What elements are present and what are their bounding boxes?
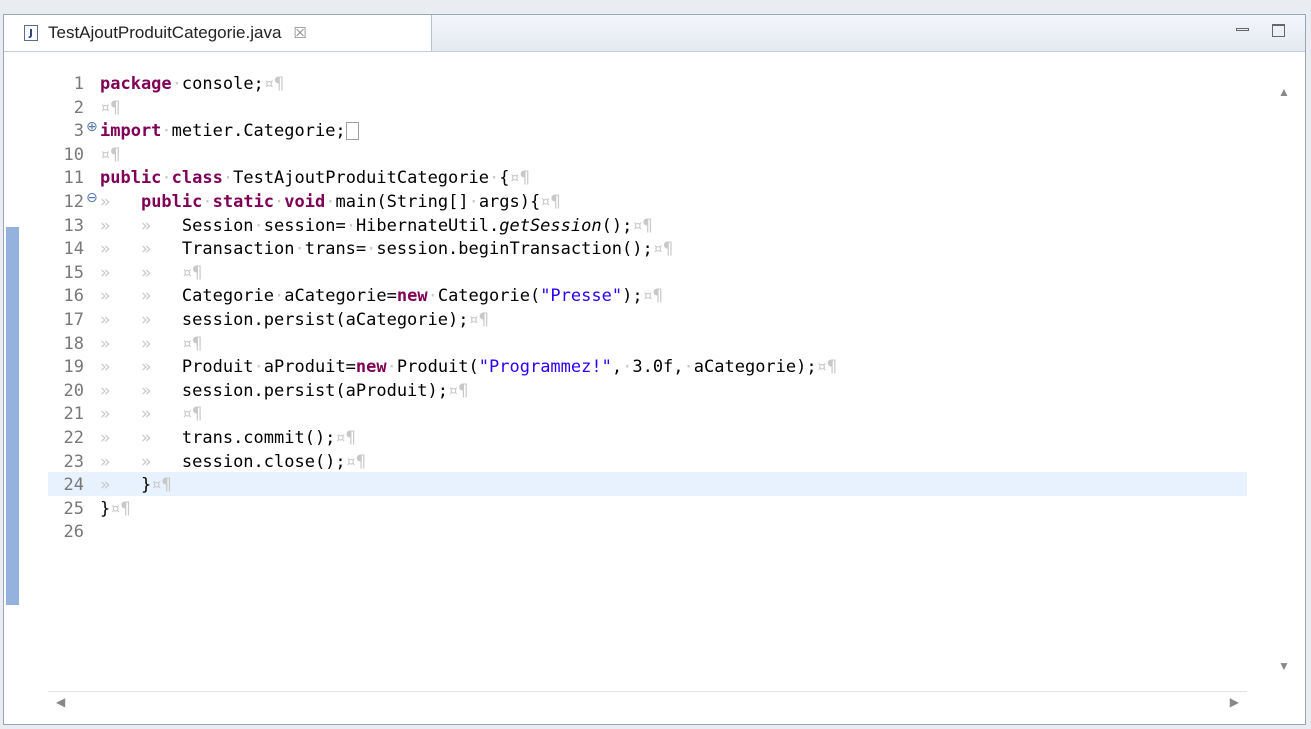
editor-tab-bar: J TestAjoutProduitCategorie.java ☒ bbox=[4, 15, 1305, 52]
line-number: 13 bbox=[63, 215, 84, 236]
line-number: 25 bbox=[63, 498, 84, 519]
line-number: 1 bbox=[73, 74, 84, 94]
expand-fold-icon[interactable]: ⊕ bbox=[86, 119, 98, 135]
change-marker-bar bbox=[6, 227, 19, 605]
code-text: }¤¶ bbox=[100, 498, 131, 519]
scroll-right-icon[interactable]: ▶ bbox=[1230, 695, 1239, 709]
collapse-fold-icon[interactable]: ⊖ bbox=[86, 190, 98, 206]
scroll-up-icon[interactable]: ▲ bbox=[1278, 85, 1290, 99]
code-line[interactable]: 10 ¤¶ bbox=[48, 142, 1247, 166]
code-text: » » ¤¶ bbox=[100, 262, 203, 283]
line-number: 18 bbox=[63, 333, 84, 354]
code-text: » » session.persist(aProduit);¤¶ bbox=[100, 380, 469, 401]
line-number: 14 bbox=[63, 239, 84, 260]
code-text: package·console;¤¶ bbox=[100, 74, 285, 94]
code-line[interactable]: 12 ⊖» public·static·void·main(String[]·ar… bbox=[48, 189, 1247, 213]
minimize-button[interactable] bbox=[1235, 23, 1251, 37]
line-number: 12 bbox=[63, 192, 84, 212]
code-line[interactable]: 18 » » ¤¶ bbox=[48, 331, 1247, 355]
code-line[interactable]: 26 bbox=[48, 519, 1247, 543]
code-text: » }¤¶ bbox=[100, 475, 172, 496]
line-number: 17 bbox=[63, 310, 84, 330]
code-text: » public·static·void·main(String[]·args)… bbox=[100, 192, 561, 212]
code-text: » » session.persist(aCategorie);¤¶ bbox=[100, 310, 489, 330]
code-text: » » session.close();¤¶ bbox=[100, 451, 367, 472]
code-text: » » Categorie·aCategorie=new·Categorie("… bbox=[100, 286, 664, 307]
code-line[interactable]: 23 » » session.close();¤¶ bbox=[48, 449, 1247, 473]
maximize-button[interactable] bbox=[1271, 23, 1287, 37]
line-number: 10 bbox=[63, 144, 84, 165]
code-text: ¤¶ bbox=[100, 97, 121, 118]
code-line[interactable]: 15 » » ¤¶ bbox=[48, 260, 1247, 284]
code-line[interactable]: 25 }¤¶ bbox=[48, 496, 1247, 520]
line-number: 3 bbox=[73, 121, 84, 142]
tab-title: TestAjoutProduitCategorie.java bbox=[48, 23, 282, 42]
code-line[interactable]: 11 public·class·TestAjoutProduitCategorie… bbox=[48, 165, 1247, 189]
line-number: 26 bbox=[63, 522, 84, 543]
code-text: public·class·TestAjoutProduitCategorie·{… bbox=[100, 168, 530, 189]
line-number: 22 bbox=[63, 428, 84, 448]
code-text: » » Produit·aProduit=new·Produit("Progra… bbox=[100, 357, 838, 378]
line-number: 2 bbox=[73, 97, 84, 118]
code-line[interactable]: 22 » » trans.commit();¤¶ bbox=[48, 425, 1247, 449]
code-text: » » Session·session=·HibernateUtil.getSe… bbox=[100, 215, 653, 236]
code-line[interactable]: 1 package·console;¤¶ bbox=[48, 71, 1247, 95]
vertical-scrollbar[interactable]: ▲ ▼ bbox=[1274, 71, 1292, 691]
close-icon[interactable]: ☒ bbox=[293, 24, 306, 42]
code-text: » » Transaction·trans=·session.beginTran… bbox=[100, 239, 674, 260]
code-text: » » ¤¶ bbox=[100, 404, 203, 425]
scroll-down-icon[interactable]: ▼ bbox=[1278, 659, 1290, 673]
line-number: 19 bbox=[63, 357, 84, 378]
line-number: 20 bbox=[63, 380, 84, 401]
code-line[interactable]: 21 » » ¤¶ bbox=[48, 401, 1247, 425]
java-file-icon: J bbox=[24, 25, 38, 41]
tab-testajoutproduitcategorie[interactable]: J TestAjoutProduitCategorie.java ☒ bbox=[4, 15, 432, 51]
line-number: 11 bbox=[63, 168, 84, 189]
code-text: ¤¶ bbox=[100, 144, 121, 165]
java-editor: J TestAjoutProduitCategorie.java ☒ 1 pack… bbox=[3, 14, 1306, 725]
line-number: 15 bbox=[63, 262, 84, 283]
code-line[interactable]: 13 » » Session·session=·HibernateUtil.get… bbox=[48, 213, 1247, 237]
scroll-left-icon[interactable]: ◀ bbox=[56, 695, 65, 709]
code-line[interactable]: 20 » » session.persist(aProduit);¤¶ bbox=[48, 378, 1247, 402]
code-text: » » trans.commit();¤¶ bbox=[100, 428, 356, 448]
line-number: 16 bbox=[63, 286, 84, 307]
code-line[interactable]: 16 » » Categorie·aCategorie=new·Categorie… bbox=[48, 283, 1247, 307]
code-line[interactable]: 3 ⊕ import·metier.Categorie; bbox=[48, 118, 1247, 142]
line-number: 24 bbox=[63, 475, 84, 496]
horizontal-scrollbar[interactable]: ◀ ▶ bbox=[48, 691, 1247, 712]
code-line[interactable]: 17 » » session.persist(aCategorie);¤¶ bbox=[48, 307, 1247, 331]
code-line[interactable]: 24 » }¤¶ bbox=[48, 472, 1247, 496]
code-line[interactable]: 14 » » Transaction·trans=·session.beginTr… bbox=[48, 236, 1247, 260]
code-line[interactable]: 2 ¤¶ bbox=[48, 95, 1247, 119]
line-number: 23 bbox=[63, 451, 84, 472]
code-area[interactable]: 1 package·console;¤¶ 2 ¤¶ 3 ⊕ import·metier.Ca… bbox=[48, 71, 1247, 691]
code-text: import·metier.Categorie; bbox=[100, 121, 359, 141]
code-text: » » ¤¶ bbox=[100, 333, 203, 354]
line-number: 21 bbox=[63, 404, 84, 425]
code-line[interactable]: 19 » » Produit·aProduit=new·Produit("Prog… bbox=[48, 354, 1247, 378]
